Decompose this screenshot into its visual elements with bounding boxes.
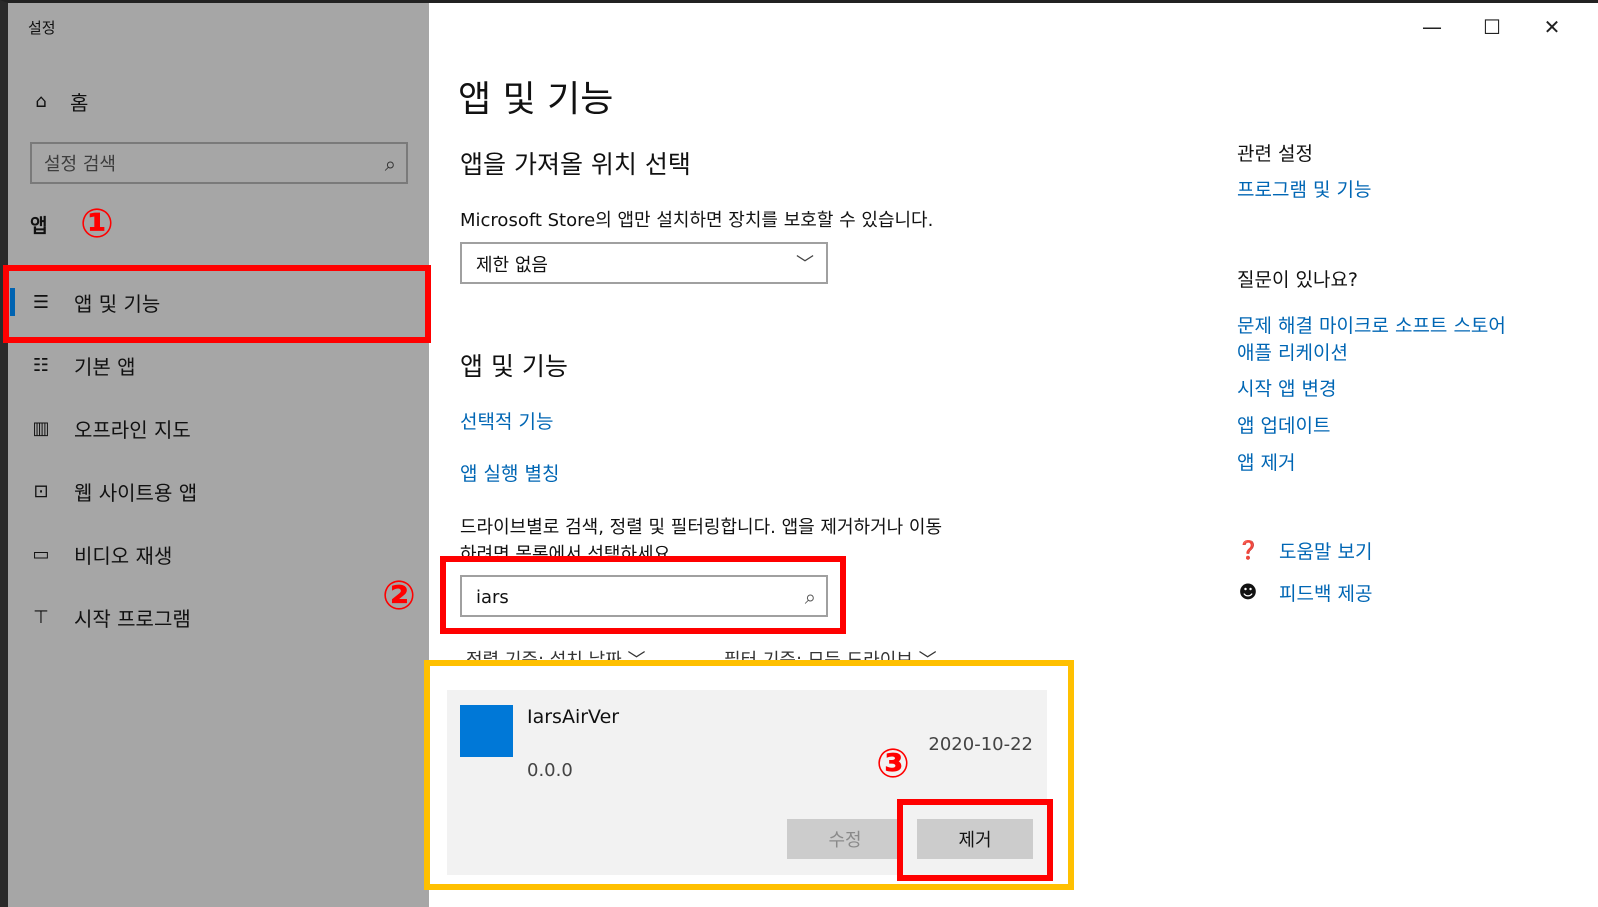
map-icon: ▥ — [32, 417, 50, 439]
update-apps-link[interactable]: 앱 업데이트 — [1237, 411, 1330, 438]
minimize-button[interactable]: — — [1412, 10, 1452, 44]
filter-description-line1: 드라이브별로 검색, 정렬 및 필터링합니다. 앱을 제거하거나 이동 — [460, 517, 943, 538]
annotation-box-2 — [440, 556, 846, 634]
app-source-description: Microsoft Store의 앱만 설치하면 장치를 보호할 수 있습니다. — [460, 210, 934, 231]
annotation-marker-3: ③ — [876, 741, 910, 787]
change-startup-apps-link[interactable]: 시작 앱 변경 — [1237, 374, 1336, 401]
help-link[interactable]: 도움말 보기 — [1279, 537, 1372, 564]
search-icon: ⌕ — [384, 152, 396, 176]
dropdown-value: 제한 없음 — [476, 255, 548, 276]
app-source-dropdown[interactable]: 제한 없음 ﹀ — [460, 242, 828, 284]
web-app-icon: ⊡ — [33, 480, 49, 502]
feedback-row[interactable]: ☻ 피드백 제공 — [1237, 579, 1373, 606]
apps-heading: 앱 및 기능 — [460, 352, 568, 381]
settings-search-input[interactable] — [44, 150, 364, 178]
help-chat-icon: ❓ — [1237, 540, 1260, 561]
close-button[interactable]: ✕ — [1532, 10, 1572, 44]
remove-apps-link[interactable]: 앱 제거 — [1237, 448, 1295, 475]
app-source-heading: 앱을 가져올 위치 선택 — [460, 150, 691, 179]
sidebar-item-web-apps[interactable]: ⊡ 웹 사이트용 앱 — [8, 463, 429, 519]
programs-features-link[interactable]: 프로그램 및 기능 — [1237, 175, 1371, 202]
section-label-apps: 앱 — [30, 215, 48, 237]
sidebar-item-label: 웹 사이트용 앱 — [74, 480, 198, 505]
home-icon: ⌂ — [35, 91, 47, 112]
startup-icon: ⊤ — [33, 606, 49, 628]
help-row[interactable]: ❓ 도움말 보기 — [1237, 537, 1372, 564]
related-settings-heading: 관련 설정 — [1237, 143, 1313, 165]
annotation-marker-2: ② — [382, 573, 416, 619]
sidebar-item-video[interactable]: ▭ 비디오 재생 — [8, 526, 429, 582]
troubleshoot-store-link[interactable]: 문제 해결 마이크로 소프트 스토어 — [1237, 311, 1506, 338]
chevron-down-icon: ﹀ — [796, 254, 814, 275]
sidebar-item-label: 기본 앱 — [74, 354, 136, 379]
home-nav[interactable]: ⌂ 홈 — [30, 87, 88, 116]
home-label: 홈 — [70, 91, 89, 115]
sidebar-item-startup[interactable]: ⊤ 시작 프로그램 — [8, 589, 429, 645]
window-title: 설정 — [28, 19, 56, 37]
default-apps-icon: ☷ — [32, 354, 50, 376]
sidebar-item-label: 비디오 재생 — [74, 543, 173, 568]
maximize-button[interactable]: ☐ — [1472, 10, 1512, 44]
question-heading: 질문이 있나요? — [1237, 269, 1359, 291]
feedback-person-icon: ☻ — [1238, 582, 1258, 603]
sidebar-item-offline-maps[interactable]: ▥ 오프라인 지도 — [8, 400, 429, 456]
settings-search[interactable]: ⌕ — [30, 142, 408, 184]
sidebar-item-label: 오프라인 지도 — [74, 417, 191, 442]
troubleshoot-store-link-cont[interactable]: 애플 리케이션 — [1237, 338, 1348, 365]
sidebar: 설정 ⌂ 홈 ⌕ 앱 ☰ 앱 및 기능 ☷ 기본 앱 ▥ 오프라인 지도 ⊡ 웹… — [8, 3, 429, 907]
sidebar-item-default-apps[interactable]: ☷ 기본 앱 — [8, 337, 429, 393]
optional-features-link[interactable]: 선택적 기능 — [460, 407, 553, 434]
annotation-box-1 — [3, 265, 431, 343]
app-alias-link[interactable]: 앱 실행 별칭 — [460, 459, 559, 486]
feedback-link[interactable]: 피드백 제공 — [1279, 579, 1372, 606]
page-title: 앱 및 기능 — [458, 79, 614, 120]
video-icon: ▭ — [32, 543, 50, 565]
annotation-marker-1: ① — [80, 201, 114, 247]
annotation-box-3 — [897, 799, 1053, 881]
sidebar-item-label: 시작 프로그램 — [74, 606, 191, 631]
